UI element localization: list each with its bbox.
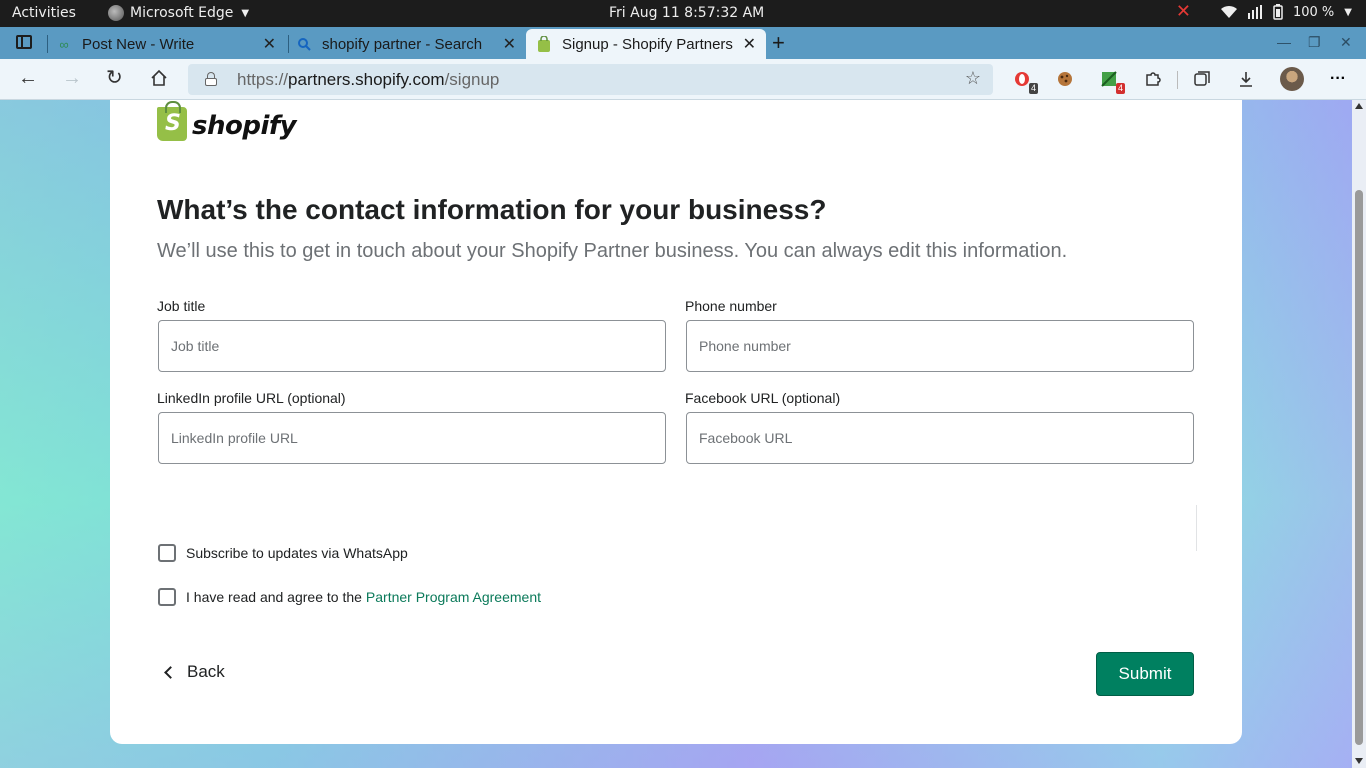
forward-arrow-icon[interactable]: → <box>62 67 82 89</box>
divider <box>1196 505 1197 551</box>
chevron-down-icon: ▼ <box>1344 6 1352 18</box>
page-scrollbar[interactable] <box>1352 100 1366 768</box>
linkedin-url-input[interactable] <box>158 412 666 464</box>
system-top-bar: Activities Microsoft Edge ▼ Fri Aug 11 8… <box>0 0 1366 27</box>
navigation-bar: ← → ↻ https://partners.shopify.com/signu… <box>0 59 1366 100</box>
toolbar-separator <box>1177 71 1178 89</box>
close-x-icon[interactable]: ✕ <box>1176 3 1191 21</box>
whatsapp-checkbox-label[interactable]: Subscribe to updates via WhatsApp <box>186 545 408 561</box>
extension-badge: 4 <box>1115 83 1125 94</box>
tab-separator <box>47 35 48 53</box>
tab-signup-shopify[interactable]: Signup - Shopify Partners ✕ <box>526 29 766 59</box>
caret-down-icon: ▼ <box>241 7 250 19</box>
facebook-url-input[interactable] <box>686 412 1194 464</box>
wifi-icon <box>1220 5 1237 19</box>
app-menu[interactable]: Microsoft Edge ▼ <box>108 5 249 21</box>
facebook-label: Facebook URL (optional) <box>685 390 841 406</box>
tab-title: shopify partner - Search <box>322 35 483 53</box>
new-tab-plus-icon[interactable]: + <box>772 30 785 56</box>
logo-wordmark: shopify <box>192 111 297 141</box>
url-text[interactable]: https://partners.shopify.com/signup <box>237 70 499 90</box>
edge-icon <box>108 5 124 21</box>
opera-extension-icon[interactable]: 4 <box>1012 69 1038 94</box>
scrollbar-thumb[interactable] <box>1355 190 1363 745</box>
battery-icon <box>1273 4 1283 20</box>
window-close-icon[interactable]: ✕ <box>1340 34 1352 51</box>
phone-number-input[interactable] <box>686 320 1194 372</box>
scroll-down-arrow-icon[interactable] <box>1355 758 1363 764</box>
partner-program-agreement-link[interactable]: Partner Program Agreement <box>366 589 541 605</box>
linkedin-label: LinkedIn profile URL (optional) <box>157 390 346 406</box>
tab-title: Post New - Write <box>82 35 195 53</box>
page-heading: What’s the contact information for your … <box>157 194 827 225</box>
add-favorite-star-icon[interactable]: ☆ <box>965 68 981 89</box>
signup-card: shopify What’s the contact information f… <box>110 100 1242 744</box>
agreement-checkbox[interactable] <box>158 588 176 606</box>
minimize-icon[interactable]: — <box>1277 34 1291 50</box>
whatsapp-checkbox-row[interactable]: Subscribe to updates via WhatsApp <box>158 544 408 562</box>
agreement-checkbox-row[interactable]: I have read and agree to the Partner Pro… <box>158 588 541 606</box>
home-icon[interactable] <box>150 69 168 87</box>
infinity-icon: ∞ <box>59 36 69 52</box>
lock-icon[interactable] <box>205 72 217 86</box>
battery-level: 100 % <box>1292 4 1335 20</box>
submit-button[interactable]: Submit <box>1096 652 1194 696</box>
puzzle-extensions-icon[interactable] <box>1143 69 1163 89</box>
agreement-checkbox-label[interactable]: I have read and agree to the <box>186 589 362 605</box>
close-tab-icon[interactable]: ✕ <box>263 34 276 54</box>
cookie-extension-icon[interactable] <box>1055 69 1075 89</box>
tab-post-new[interactable]: ∞ Post New - Write ✕ <box>56 29 286 59</box>
page-viewport: shopify What’s the contact information f… <box>0 100 1366 768</box>
download-icon[interactable] <box>1236 69 1256 89</box>
activities-button[interactable]: Activities <box>12 5 76 21</box>
shopify-logo: shopify <box>157 101 297 141</box>
back-button[interactable]: Back <box>164 662 225 682</box>
tab-shopify-search[interactable]: shopify partner - Search ✕ <box>296 29 526 59</box>
tab-actions-icon[interactable] <box>16 35 32 49</box>
tab-strip: ∞ Post New - Write ✕ shopify partner - S… <box>0 27 1366 59</box>
clock[interactable]: Fri Aug 11 8:57:32 AM <box>609 5 764 21</box>
whatsapp-checkbox[interactable] <box>158 544 176 562</box>
profile-avatar[interactable] <box>1280 67 1304 91</box>
back-arrow-icon[interactable]: ← <box>18 67 38 89</box>
network-icon <box>1247 5 1262 19</box>
more-menu-icon[interactable]: ··· <box>1328 69 1348 89</box>
phone-number-label: Phone number <box>685 298 777 314</box>
shopify-bag-icon <box>536 36 552 52</box>
search-icon <box>296 36 312 52</box>
extension-badge: 4 <box>1028 83 1038 94</box>
restore-icon[interactable]: ❐ <box>1308 34 1321 51</box>
tab-separator <box>288 35 289 53</box>
scroll-up-arrow-icon[interactable] <box>1355 103 1363 109</box>
system-tray[interactable]: ✕ 100 % ▼ <box>1176 3 1352 21</box>
job-title-label: Job title <box>157 298 206 314</box>
back-label: Back <box>187 662 225 681</box>
chevron-left-icon <box>164 665 177 679</box>
job-title-input[interactable] <box>158 320 666 372</box>
app-name: Microsoft Edge <box>130 5 234 21</box>
close-tab-icon[interactable]: ✕ <box>503 34 516 54</box>
green-extension-icon[interactable]: 4 <box>1099 69 1125 94</box>
collections-icon[interactable] <box>1192 69 1212 89</box>
tab-title: Signup - Shopify Partners <box>562 35 733 53</box>
page-subtext: We’ll use this to get in touch about you… <box>157 240 1068 262</box>
refresh-icon[interactable]: ↻ <box>106 67 123 89</box>
shopify-bag-icon <box>157 101 187 141</box>
address-bar[interactable]: https://partners.shopify.com/signup ☆ <box>188 64 993 95</box>
close-tab-icon[interactable]: ✕ <box>743 34 756 54</box>
